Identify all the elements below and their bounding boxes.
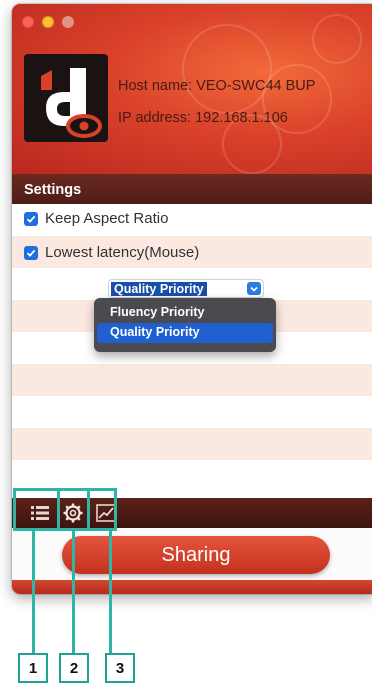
minimize-window-button[interactable] (42, 16, 54, 28)
window-controls (22, 16, 74, 28)
callout-label-3: 3 (105, 653, 135, 683)
header-banner: Host name: VEO-SWC44 BUP IP address: 192… (12, 4, 372, 174)
lowest-latency-label: Lowest latency(Mouse) (45, 244, 200, 261)
host-info: Host name: VEO-SWC44 BUP IP address: 192… (118, 70, 315, 134)
host-name-label: Host name: (118, 78, 197, 94)
settings-header: Settings (12, 174, 372, 204)
footer-strip (12, 580, 372, 594)
keep-aspect-ratio-option[interactable]: Keep Aspect Ratio (24, 210, 168, 227)
priority-dropdown-menu: Fluency Priority Quality Priority (94, 298, 276, 352)
checkmark-icon (26, 249, 36, 257)
ip-address-row: IP address: 192.168.1.106 (118, 102, 315, 134)
callout-line-1 (32, 531, 35, 653)
logo-icon (41, 68, 102, 138)
keep-aspect-ratio-checkbox[interactable] (24, 211, 38, 226)
callout-line-3 (109, 531, 112, 653)
callout-line-2 (72, 531, 75, 653)
callout-label-1: 1 (18, 653, 48, 683)
app-logo (24, 54, 108, 142)
keep-aspect-ratio-label: Keep Aspect Ratio (45, 210, 169, 227)
priority-select-value: Quality Priority (111, 282, 207, 296)
callout-label-2: 2 (59, 653, 89, 683)
zoom-window-button[interactable] (62, 16, 74, 28)
host-name-value: VEO-SWC44 BUP (196, 78, 316, 94)
checkmark-icon (26, 215, 36, 223)
lowest-latency-checkbox[interactable] (24, 245, 38, 260)
callout-highlight-gear (57, 488, 90, 531)
priority-select[interactable]: Quality Priority (108, 279, 264, 298)
ip-address-label: IP address: (118, 110, 196, 126)
ip-address-value: 192.168.1.106 (195, 110, 288, 126)
close-window-button[interactable] (22, 16, 34, 28)
sharing-button[interactable]: Sharing (62, 536, 330, 574)
lowest-latency-option[interactable]: Lowest latency(Mouse) (24, 244, 199, 261)
priority-option-fluency[interactable]: Fluency Priority (97, 303, 273, 323)
chevron-down-icon[interactable] (247, 282, 261, 295)
host-name-row: Host name: VEO-SWC44 BUP (118, 70, 315, 102)
priority-option-quality[interactable]: Quality Priority (97, 323, 273, 343)
